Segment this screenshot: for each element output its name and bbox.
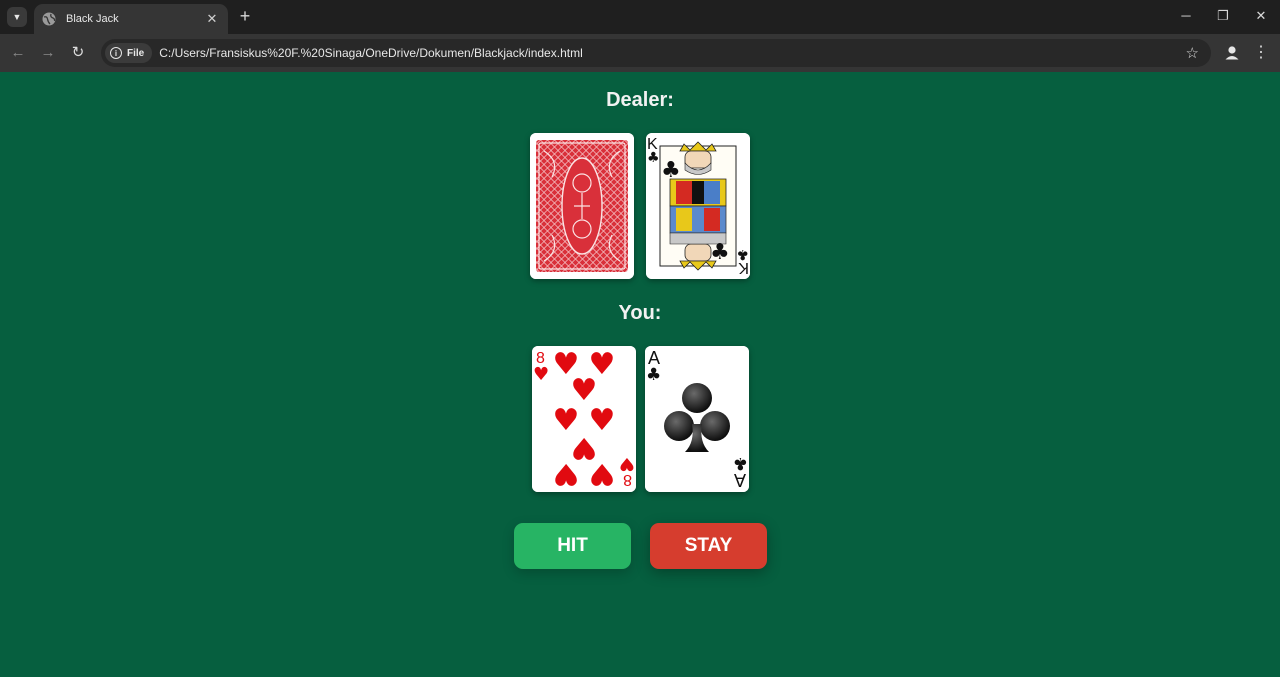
window-close-icon[interactable]: ✕ (1246, 5, 1276, 27)
card-suit-top: ♣ (646, 365, 661, 385)
info-icon: i (110, 47, 122, 59)
globe-icon (42, 12, 56, 26)
browser-tab[interactable]: Black Jack ✕ (34, 4, 228, 34)
reload-icon[interactable]: ↻ (68, 43, 88, 63)
minimize-icon[interactable]: ─ (1171, 5, 1201, 27)
card-suit-bottom: ♣ (733, 453, 748, 473)
restore-icon[interactable]: ❐ (1208, 5, 1238, 27)
player-heading: You: (618, 302, 662, 324)
back-arrow-icon[interactable]: ← (8, 43, 28, 63)
heart-pip-icon: ♥ (553, 456, 580, 491)
browser-tab-bar: ▼ Black Jack ✕ + ─ ❐ ✕ (0, 0, 1280, 34)
hit-button[interactable]: HIT (514, 523, 631, 569)
profile-icon[interactable] (1222, 43, 1242, 63)
site-info-label: File (127, 47, 145, 59)
dealer-heading: Dealer: (606, 89, 674, 111)
dealer-card-back (530, 133, 634, 279)
heart-pip-icon: ♥ (589, 456, 616, 491)
player-card-eight-of-hearts: 8 ♥ 8 ♥ ♥ ♥ ♥ ♥ ♥ ♥ ♥ ♥ (532, 346, 636, 492)
card-suit-top: ♣ (647, 150, 660, 166)
new-tab-plus-icon[interactable]: + (235, 6, 255, 26)
dealer-card-king-of-clubs: K ♣ K ♣ ♣ ♣ (646, 133, 750, 279)
card-suit-top: ♥ (533, 364, 549, 385)
card-suit-bottom: ♥ (619, 453, 635, 474)
browser-toolbar: ← → ↻ i File C:/Users/Fransiskus%20F.%20… (0, 34, 1280, 72)
tab-search-chevron-icon[interactable]: ▼ (7, 7, 27, 27)
bookmark-star-icon[interactable]: ☆ (1186, 44, 1199, 62)
tab-title: Black Jack (66, 13, 119, 25)
url-text[interactable]: C:/Users/Fransiskus%20F.%20Sinaga/OneDri… (159, 46, 583, 60)
stay-button[interactable]: STAY (650, 523, 767, 569)
clubs-suit-icon: ♣ (710, 240, 730, 265)
site-info-chip[interactable]: i File (105, 43, 153, 63)
menu-kebab-icon[interactable]: ⋮ (1253, 43, 1269, 63)
clubs-suit-icon: ♣ (661, 158, 681, 183)
card-suit-bottom: ♣ (736, 246, 749, 262)
forward-arrow-icon[interactable]: → (38, 43, 58, 63)
player-card-ace-of-clubs: A ♣ A ♣ (645, 346, 749, 492)
tab-close-icon[interactable]: ✕ (204, 11, 220, 27)
address-bar[interactable]: i File C:/Users/Fransiskus%20F.%20Sinaga… (101, 39, 1211, 67)
